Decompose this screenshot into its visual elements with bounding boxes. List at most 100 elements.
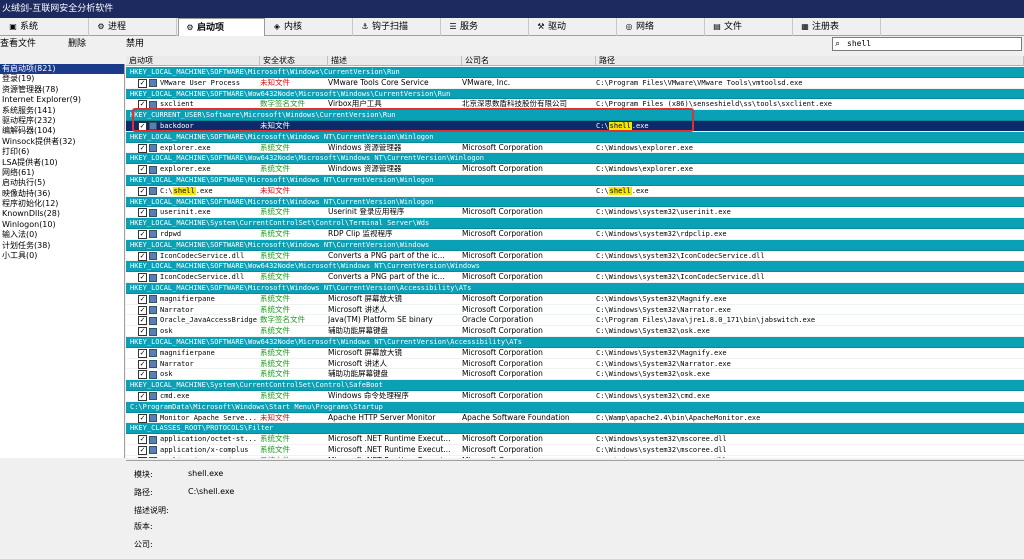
category-item[interactable]: 网络(61) xyxy=(0,168,124,178)
tab-7[interactable]: ◎ 网络 xyxy=(618,18,705,36)
row-checkbox[interactable]: ✓ xyxy=(138,251,147,261)
row-checkbox[interactable]: ✓ xyxy=(138,121,147,131)
table-row[interactable]: ✓ explorer.exe 系统文件 Windows 资源管理器 Microsoft … xyxy=(126,164,1024,175)
row-checkbox[interactable]: ✓ xyxy=(138,143,147,153)
security-status: 系统文件 xyxy=(260,293,290,303)
table-row[interactable]: ✓ osk 系统文件 辅助功能屏幕键盘 Microsoft Corporation C:\… xyxy=(126,369,1024,381)
startup-name: application/octet-st... xyxy=(160,435,257,444)
row-checkbox[interactable]: ✓ xyxy=(138,100,147,110)
column-header[interactable]: 安全状态 xyxy=(260,56,328,66)
category-item[interactable]: 映像劫持(36) xyxy=(0,189,124,199)
category-item[interactable]: 计划任务(38) xyxy=(0,241,124,251)
row-checkbox[interactable]: ✓ xyxy=(138,305,147,315)
tab-4[interactable]: ⚓ 钩子扫描 xyxy=(354,18,441,36)
row-checkbox[interactable]: ✓ xyxy=(138,316,147,326)
category-item[interactable]: KnownDlls(28) xyxy=(0,209,124,219)
table-row[interactable]: ✓ application/octet-st... 系统文件 Microsoft .N… xyxy=(126,434,1024,445)
category-item[interactable]: 编解码器(104) xyxy=(0,126,124,136)
table-row[interactable]: ✓ osk 系统文件 辅助功能屏幕键盘 Microsoft Corporation C:\… xyxy=(126,326,1024,337)
category-item[interactable]: 小工具(0) xyxy=(0,251,124,261)
row-checkbox[interactable]: ✓ xyxy=(138,273,147,283)
column-header[interactable]: 描述 xyxy=(328,56,462,66)
row-checkbox[interactable]: ✓ xyxy=(138,435,147,445)
row-checkbox[interactable]: ✓ xyxy=(138,413,147,423)
tab-5[interactable]: ☰ 服务 xyxy=(442,18,529,36)
row-checkbox[interactable]: ✓ xyxy=(138,445,147,455)
tab-3[interactable]: ◈ 内核 xyxy=(266,18,353,36)
table-row[interactable]: ✓ VMware User Process 未知文件 VMware Tools Cor… xyxy=(126,78,1024,89)
category-item[interactable]: Internet Explorer(9) xyxy=(0,95,124,105)
company-name: Microsoft Corporation xyxy=(462,293,543,303)
row-checkbox[interactable]: ✓ xyxy=(138,359,147,369)
row-checkbox[interactable]: ✓ xyxy=(138,348,147,358)
table-row[interactable]: ✓ IconCodecService.dll 系统文件 Converts a PNG … xyxy=(126,251,1024,262)
tab-6[interactable]: ⚒ 驱动 xyxy=(530,18,617,36)
company-name: Microsoft Corporation xyxy=(462,228,543,238)
row-checkbox[interactable]: ✓ xyxy=(138,370,147,380)
title-bar: 火绒剑-互联网安全分析软件 xyxy=(0,0,1024,18)
table-row[interactable]: ✓ application/x-complus 系统文件 Microsoft .NET… xyxy=(126,445,1024,456)
column-header[interactable]: 启动项 xyxy=(126,56,260,66)
category-item[interactable]: 启动执行(5) xyxy=(0,178,124,188)
search-input[interactable]: ⌕ shell xyxy=(832,37,1022,51)
table-row[interactable]: ✓ Oracle_JavaAccessBridge 数字签名文件 Java(TM) P… xyxy=(126,315,1024,327)
name-highlight: shell xyxy=(172,186,196,195)
tab-1[interactable]: ⚙ 进程 xyxy=(90,18,177,36)
row-checkbox[interactable]: ✓ xyxy=(138,294,147,304)
table-row[interactable]: ✓ sxclient 数字签名文件 Virbox用户工具 北京深思数盾科技股份有限公司 C… xyxy=(126,99,1024,111)
category-item[interactable]: Winsock提供者(32) xyxy=(0,137,124,147)
row-checkbox[interactable]: ✓ xyxy=(138,208,147,218)
description: Apache HTTP Server Monitor xyxy=(328,412,436,422)
table-row[interactable]: ✓ backdoor 未知文件 C:\shell.exe xyxy=(126,120,1024,132)
file-icon xyxy=(149,144,157,153)
table-row[interactable]: ✓ rdpwd 系统文件 RDP Clip 监视程序 Microsoft Corpora… xyxy=(126,229,1024,240)
row-checkbox[interactable]: ✓ xyxy=(138,456,147,458)
table-row[interactable]: ✓ C:\shell.exe 未知文件 C:\shell.exe xyxy=(126,186,1024,197)
table-row[interactable]: ✓ IconCodecService.dll 系统文件 Converts a PNG … xyxy=(126,272,1024,283)
table-row[interactable]: ✓ Narrator 系统文件 Microsoft 讲述人 Microsoft Corp… xyxy=(126,359,1024,370)
category-item[interactable]: LSA提供者(10) xyxy=(0,158,124,168)
table-row[interactable]: ✓ magnifierpane 系统文件 Microsoft 屏幕放大镜 Microso… xyxy=(126,294,1024,305)
table-row[interactable]: ✓ magnifierpane 系统文件 Microsoft 屏幕放大镜 Microso… xyxy=(126,348,1024,359)
delete-button[interactable]: 删除 xyxy=(68,38,86,51)
column-header[interactable]: 公司名 xyxy=(462,56,596,66)
category-item[interactable]: 有启动项(821) xyxy=(0,64,124,75)
category-item[interactable]: 程序初始化(12) xyxy=(0,199,124,209)
disable-button[interactable]: 禁用 xyxy=(126,38,144,51)
security-status: 系统文件 xyxy=(260,326,290,336)
table-row[interactable]: ✓ userinit.exe 系统文件 Userinit 登录应用程序 Microsof… xyxy=(126,207,1024,219)
detail-module-value: shell.exe xyxy=(188,469,224,478)
tab-0[interactable]: ▣ 系统 xyxy=(2,18,89,36)
file-icon xyxy=(149,273,157,282)
row-checkbox[interactable]: ✓ xyxy=(138,78,147,88)
row-checkbox[interactable]: ✓ xyxy=(138,327,147,337)
row-checkbox[interactable]: ✓ xyxy=(138,229,147,239)
name-prefix: C:\ xyxy=(160,186,173,195)
tab-9[interactable]: ▦ 注册表 xyxy=(794,18,881,36)
category-item[interactable]: 系统服务(141) xyxy=(0,106,124,116)
category-item[interactable]: 登录(19) xyxy=(0,74,124,84)
row-checkbox[interactable]: ✓ xyxy=(138,391,147,401)
table-row[interactable]: ✓ Monitor Apache Serve... 未知文件 Apache HTTP … xyxy=(126,413,1024,424)
company-name: 北京深思数盾科技股份有限公司 xyxy=(462,99,567,109)
table-row[interactable]: ✓ explorer.exe 系统文件 Windows 资源管理器 Microsoft … xyxy=(126,143,1024,154)
view-file-button[interactable]: 查看文件 xyxy=(0,38,36,51)
description: Microsoft .NET Runtime Execut... xyxy=(328,444,451,454)
startup-grid: 启动项 安全状态 描述 公司名 路径 HKEY_LOCAL_MACHINE\SOFTWA… xyxy=(126,56,1024,458)
table-row[interactable]: ✓ Narrator 系统文件 Microsoft 讲述人 Microsoft Corp… xyxy=(126,305,1024,316)
company-name: Microsoft Corporation xyxy=(462,369,543,379)
column-header[interactable]: 路径 xyxy=(596,56,1024,66)
tab-2[interactable]: ⚙ 启动项 xyxy=(178,18,265,37)
category-item[interactable]: 驱动程序(232) xyxy=(0,116,124,126)
description: 辅助功能屏幕键盘 xyxy=(328,369,388,379)
table-row[interactable]: ✓ cmd.exe 系统文件 Windows 命令处理程序 Microsoft Corp… xyxy=(126,391,1024,402)
category-item[interactable]: 打印(6) xyxy=(0,147,124,157)
category-item[interactable]: 输入法(0) xyxy=(0,230,124,240)
tab-8[interactable]: ▤ 文件 xyxy=(706,18,793,36)
file-icon xyxy=(149,295,157,304)
row-checkbox[interactable]: ✓ xyxy=(138,165,147,175)
category-item[interactable]: Winlogon(10) xyxy=(0,220,124,230)
category-item[interactable]: 资源管理器(78) xyxy=(0,85,124,95)
table-row[interactable]: ✓ application/x-msdown...系统文件Microsoft .N… xyxy=(126,456,1024,458)
row-checkbox[interactable]: ✓ xyxy=(138,186,147,196)
